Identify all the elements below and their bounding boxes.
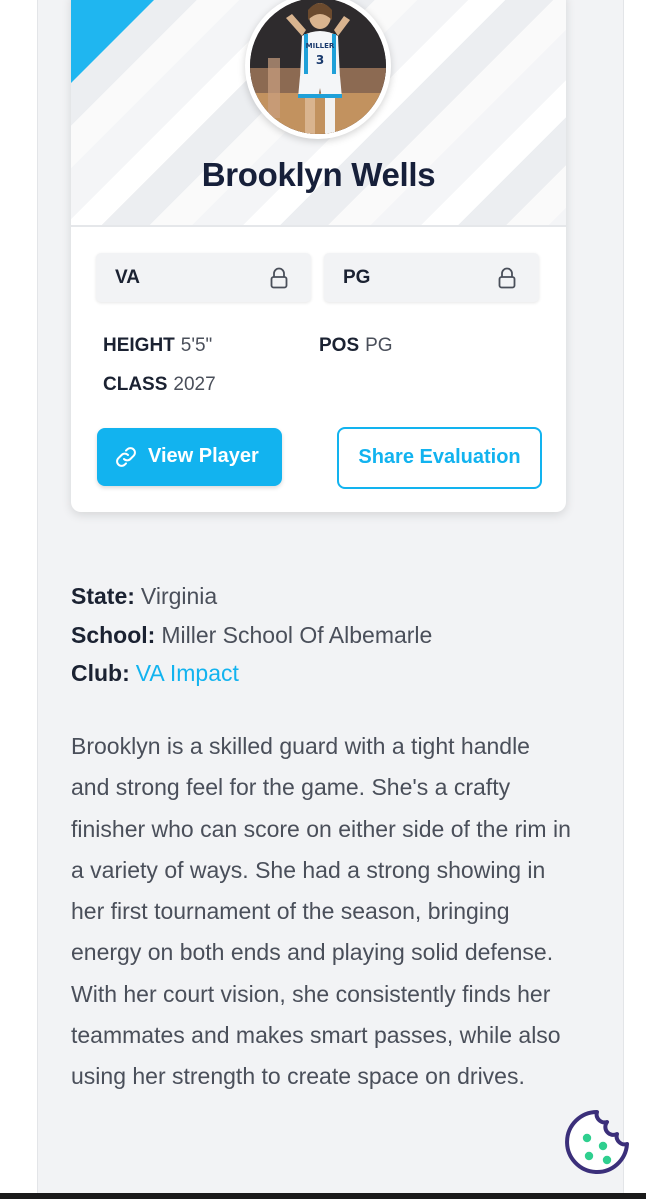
player-bio: Brooklyn is a skilled guard with a tight… [71,733,571,1090]
height-value: 5'5" [180,335,213,356]
share-evaluation-button[interactable]: Share Evaluation [337,427,542,489]
lock-icon [498,267,516,289]
position-value: PG [365,335,393,356]
jersey-number-text: 3 [316,53,324,67]
position-label: POS [319,335,360,356]
state-row: State: Virginia [71,583,217,610]
school-value: Miller School Of Albemarle [161,622,433,648]
height-stat: HEIGHT 5'5" [103,335,212,357]
state-chip: VA [96,253,311,302]
player-card-header: MILLER 3 Brooklyn Wells [71,0,566,227]
state-label: State: [71,583,135,609]
view-player-button[interactable]: View Player [97,428,282,486]
school-label: School: [71,622,156,648]
lock-icon [270,267,288,289]
height-label: HEIGHT [103,335,175,356]
class-stat: CLASS 2027 [103,374,216,396]
view-player-label: View Player [148,445,259,467]
class-value: 2027 [173,374,216,395]
page-gutter-left [0,0,37,1199]
player-name: Brooklyn Wells [201,156,436,193]
class-label: CLASS [103,374,168,395]
club-link[interactable]: VA Impact [136,660,239,686]
system-nav-bar [0,1193,646,1199]
player-photo: MILLER 3 [250,0,386,134]
player-card: MILLER 3 Brooklyn Wells VA PG HEIGHT 5'5… [71,0,566,512]
state-value: Virginia [140,583,218,609]
club-row: Club: VA Impact [71,660,239,687]
position-chip: PG [324,253,539,302]
jersey-team-text: MILLER [306,42,335,50]
page-divider-left [37,0,38,1199]
link-icon [116,447,136,467]
position-chip-label: PG [343,267,371,288]
page-divider-right [623,0,624,1199]
page-gutter-right [624,0,646,1199]
avatar: MILLER 3 [245,0,391,139]
position-stat: POS PG [319,335,393,357]
accent-corner [71,0,164,83]
player-photo-illustration: MILLER 3 [250,0,386,134]
school-row: School: Miller School Of Albemarle [71,622,432,649]
cookie-icon[interactable] [563,1108,631,1176]
club-label: Club: [71,660,130,686]
share-evaluation-label: Share Evaluation [358,446,521,468]
state-chip-label: VA [115,267,140,288]
